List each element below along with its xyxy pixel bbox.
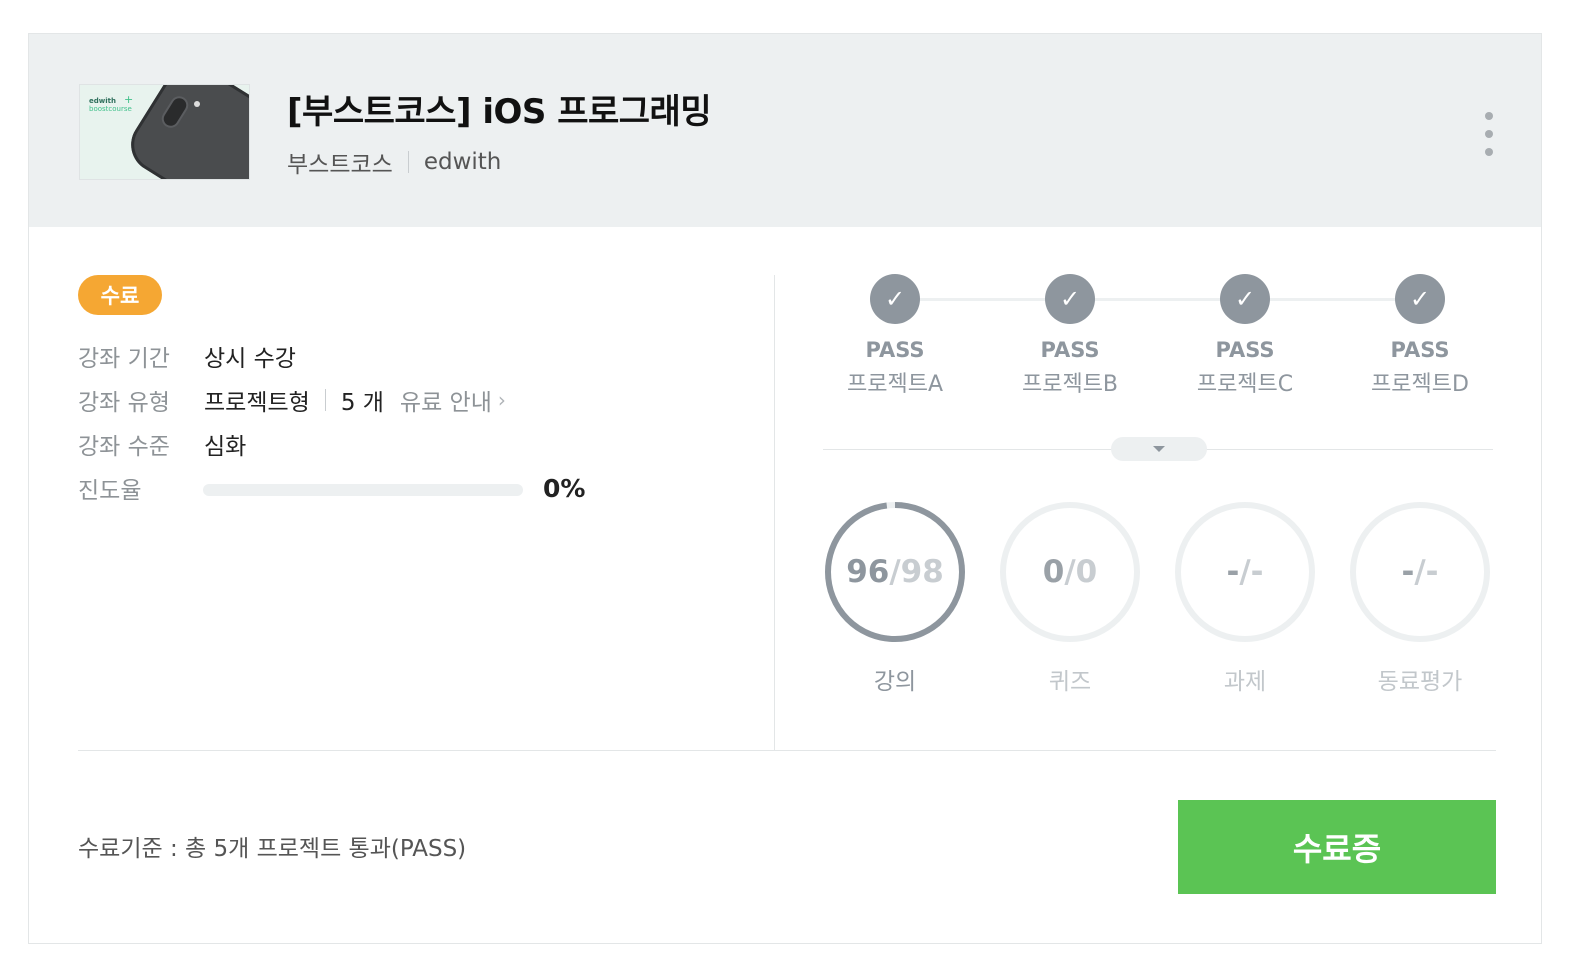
check-icon: ✓ — [1395, 274, 1445, 324]
course-card: edwith boostcourse + [부스트코스] iOS 프로그래밍 부… — [28, 33, 1542, 944]
step-name: 프로젝트A — [846, 372, 943, 397]
caret-down-icon — [1153, 446, 1165, 452]
chevron-right-icon[interactable]: › — [498, 388, 506, 412]
step-name: 프로젝트D — [1371, 372, 1469, 397]
step-project-d[interactable]: ✓ PASS 프로젝트D — [1330, 274, 1510, 398]
paid-info-link[interactable]: 유료 안내 — [400, 383, 492, 417]
progress-bar — [203, 484, 523, 496]
dot — [1485, 112, 1493, 120]
divider — [324, 389, 326, 411]
course-header: edwith boostcourse + [부스트코스] iOS 프로그래밍 부… — [29, 34, 1541, 227]
stat-label: 강의 — [873, 669, 917, 695]
expand-toggle[interactable] — [1111, 437, 1207, 461]
info-row-level: 강좌 수준 심화 — [78, 427, 246, 461]
stat-label: 퀴즈 — [1048, 669, 1092, 695]
completion-criteria: 수료기준 : 총 5개 프로젝트 통과(PASS) — [78, 836, 467, 862]
more-options-icon[interactable] — [1477, 104, 1501, 164]
step-status: PASS — [1215, 338, 1275, 362]
stat-ring-quiz: 0/0 — [998, 500, 1142, 644]
phone-flash — [194, 101, 200, 107]
divider — [407, 151, 409, 173]
progress-label: 진도율 — [78, 478, 142, 504]
course-title[interactable]: [부스트코스] iOS 프로그래밍 — [287, 84, 712, 133]
ring-value: - / - — [1401, 554, 1439, 590]
period-value: 상시 수강 — [204, 346, 296, 372]
info-row-type: 강좌 유형 프로젝트형 5 개 유료 안내 › — [78, 383, 506, 417]
level-value: 심화 — [204, 434, 247, 460]
step-project-b[interactable]: ✓ PASS 프로젝트B — [980, 274, 1160, 398]
footer-divider — [78, 750, 1496, 751]
plus-icon: + — [124, 93, 134, 106]
step-project-a[interactable]: ✓ PASS 프로젝트A — [805, 274, 985, 398]
check-icon: ✓ — [1045, 274, 1095, 324]
check-icon: ✓ — [870, 274, 920, 324]
stat-ring-lecture: 96/98 — [823, 500, 967, 644]
step-status: PASS — [865, 338, 925, 362]
vertical-divider — [774, 275, 775, 750]
course-provider-line: 부스트코스 edwith — [287, 145, 501, 179]
course-thumbnail[interactable]: edwith boostcourse + — [79, 84, 250, 180]
certificate-button[interactable]: 수료증 — [1178, 800, 1496, 894]
step-name: 프로젝트B — [1021, 372, 1119, 397]
stat-label: 과제 — [1223, 669, 1267, 695]
dot — [1485, 148, 1493, 156]
type-label: 강좌 유형 — [78, 390, 170, 416]
ring-value: 0/0 — [1042, 554, 1098, 590]
provider-name: 부스트코스 — [287, 152, 393, 178]
status-badge: 수료 — [78, 275, 162, 315]
platform-name: edwith — [423, 149, 502, 175]
ring-value: 96/98 — [846, 554, 944, 590]
step-project-c[interactable]: ✓ PASS 프로젝트C — [1155, 274, 1335, 398]
check-icon: ✓ — [1220, 274, 1270, 324]
step-status: PASS — [1040, 338, 1100, 362]
ring-value: - / - — [1226, 554, 1264, 590]
progress-percent: 0% — [543, 474, 586, 503]
dot — [1485, 130, 1493, 138]
type-count: 5 개 — [340, 390, 384, 416]
step-status: PASS — [1390, 338, 1450, 362]
stat-ring-peer-review: - / - — [1348, 500, 1492, 644]
level-label: 강좌 수준 — [78, 434, 170, 460]
info-row-period: 강좌 기간 상시 수강 — [78, 339, 296, 373]
info-row-progress: 진도율 — [78, 471, 204, 505]
stat-label: 동료평가 — [1377, 669, 1463, 695]
type-value: 프로젝트형 — [204, 390, 310, 416]
stat-ring-assignment: - / - — [1173, 500, 1317, 644]
period-label: 강좌 기간 — [78, 346, 170, 372]
step-name: 프로젝트C — [1196, 372, 1294, 397]
